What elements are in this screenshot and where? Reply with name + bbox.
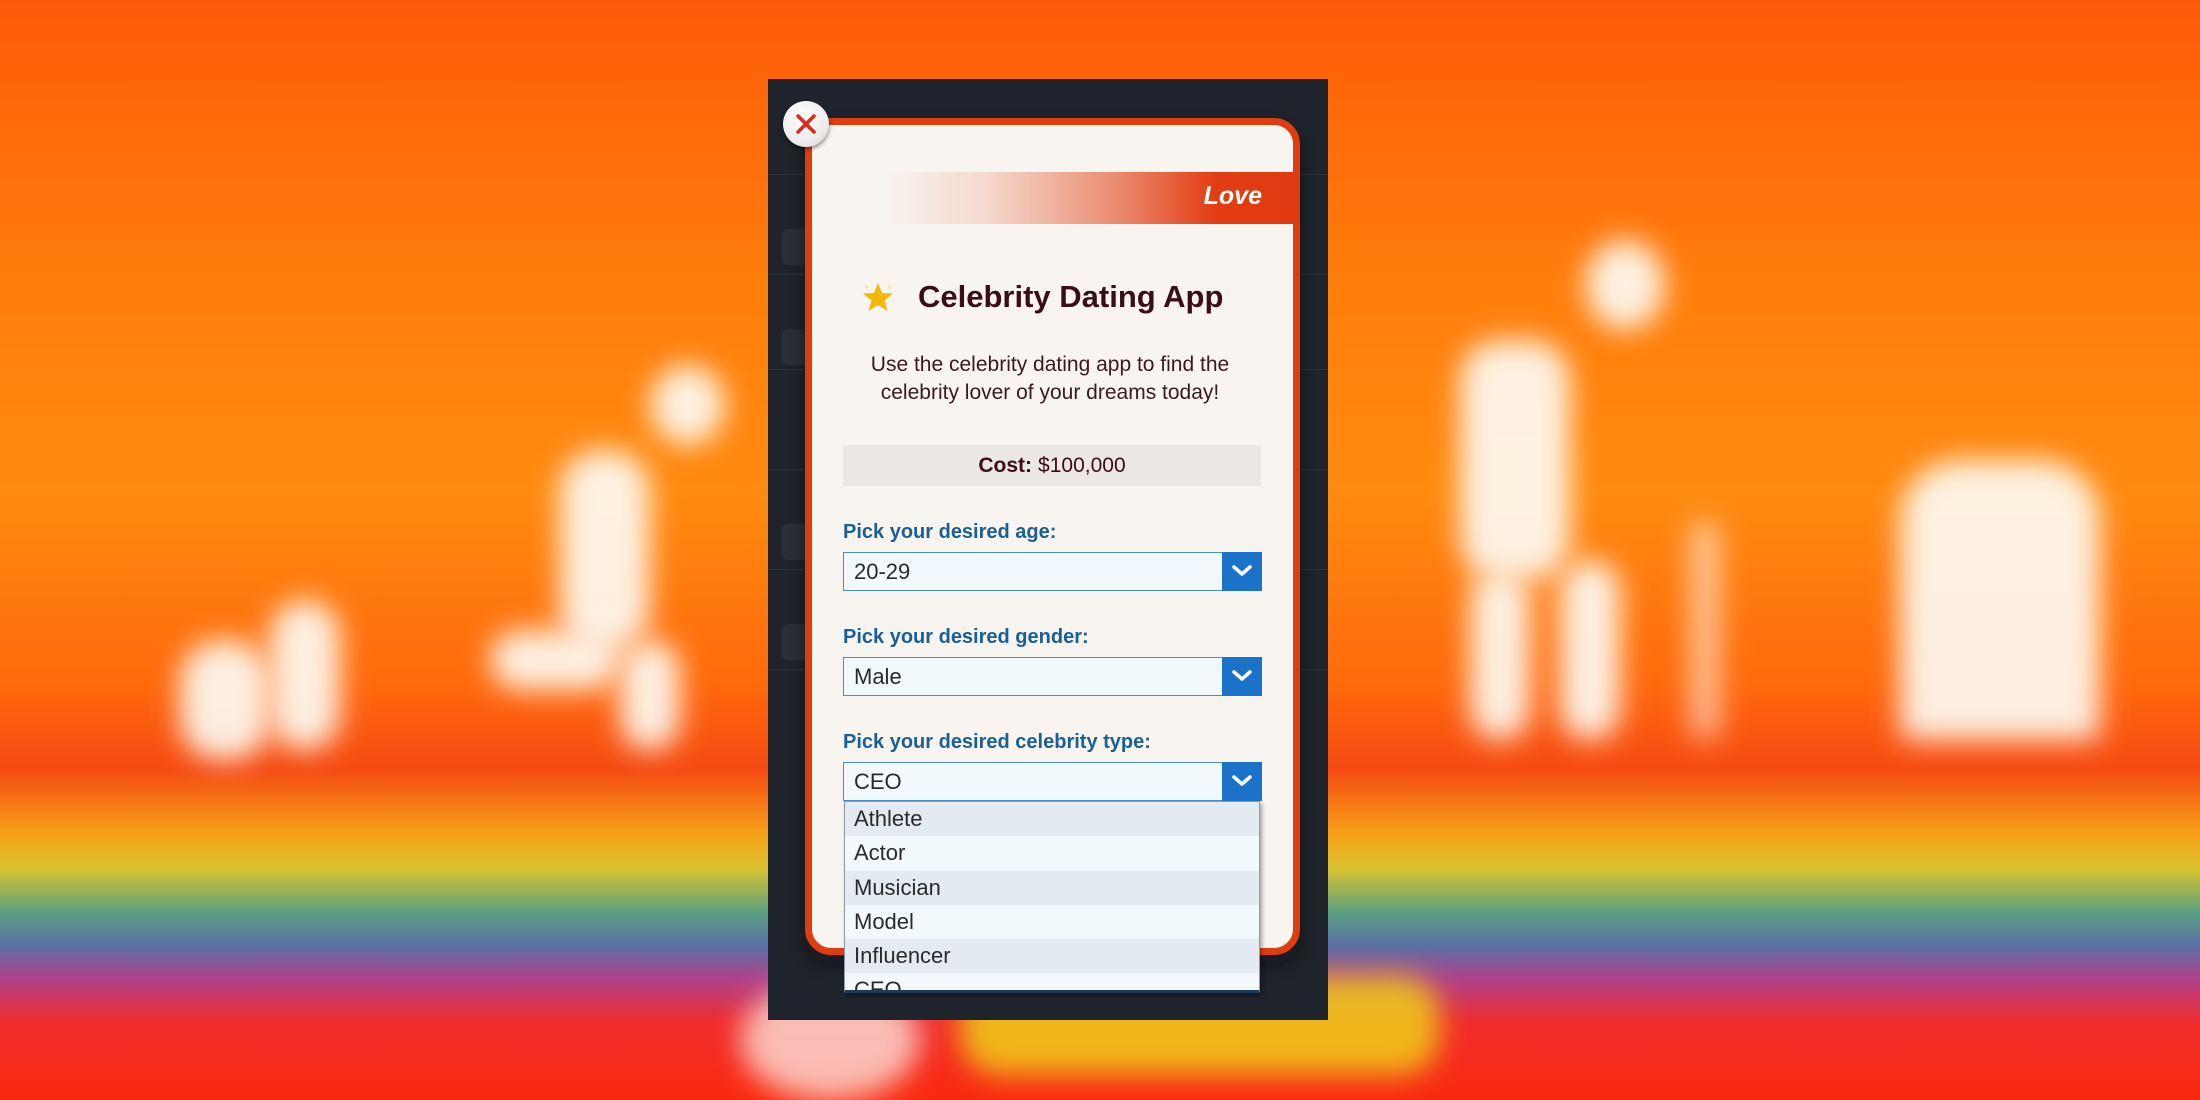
dropdown-option-ceo[interactable]: CEO (845, 973, 1259, 990)
category-banner: Love (880, 172, 1300, 224)
age-select-toggle[interactable] (1221, 551, 1262, 591)
age-select-value: 20-29 (854, 559, 911, 584)
chevron-down-icon (1231, 775, 1252, 786)
gender-select-toggle[interactable] (1221, 656, 1262, 696)
gender-select-value: Male (854, 664, 902, 689)
gender-label: Pick your desired gender: (843, 626, 1089, 648)
age-label: Pick your desired age: (843, 521, 1057, 543)
dropdown-option-actor[interactable]: Actor (845, 836, 1259, 871)
celebrity-type-select[interactable]: CEO (843, 761, 1262, 801)
cost-value: $100,000 (1038, 453, 1126, 477)
celebrity-type-select-toggle[interactable] (1221, 761, 1262, 801)
star-icon (863, 283, 893, 311)
modal-title: Celebrity Dating App (918, 279, 1224, 314)
chevron-down-icon (1231, 670, 1252, 681)
cost-label: Cost: (978, 453, 1033, 477)
celebrity-type-label: Pick your desired celebrity type: (843, 731, 1151, 753)
age-select[interactable]: 20-29 (843, 551, 1262, 591)
modal-description: Use the celebrity dating app to find the… (870, 353, 1230, 404)
dropdown-option-athlete[interactable]: Athlete (845, 802, 1259, 837)
gender-select[interactable]: Male (843, 656, 1262, 696)
modal-header: Celebrity Dating App (860, 272, 1260, 322)
chevron-down-icon (1231, 565, 1252, 576)
cost-box: Cost: $100,000 (843, 445, 1261, 486)
category-label: Love (1203, 182, 1262, 210)
celebrity-type-select-value: CEO (854, 769, 902, 794)
dropdown-option-influencer[interactable]: Influencer (845, 939, 1259, 974)
close-button[interactable] (783, 101, 829, 147)
dropdown-option-musician[interactable]: Musician (845, 870, 1259, 905)
dropdown-option-model[interactable]: Model (845, 904, 1259, 940)
celebrity-type-dropdown-list[interactable]: Athlete Actor Musician Model Influencer … (844, 801, 1260, 993)
close-icon (796, 114, 816, 134)
